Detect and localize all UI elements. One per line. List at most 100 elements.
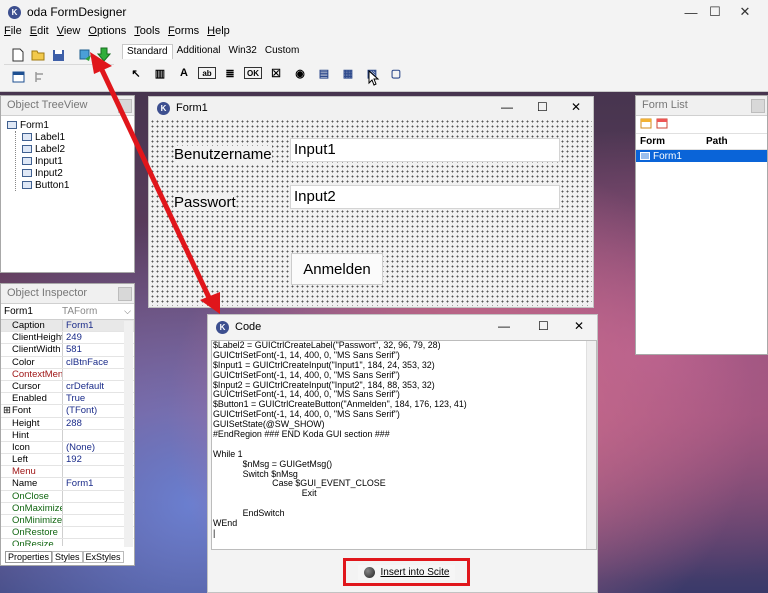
save-icon[interactable]: [50, 47, 66, 63]
menu-forms[interactable]: Forms: [164, 25, 203, 42]
property-row[interactable]: Cursor crDefault: [1, 380, 134, 394]
property-value[interactable]: [63, 369, 66, 380]
property-row[interactable]: OnClose: [1, 490, 134, 503]
inspector-object-selector[interactable]: Form1 TAForm ⌵: [1, 304, 134, 320]
property-row[interactable]: ⊞Font (TFont): [1, 405, 134, 418]
tab-additional[interactable]: Additional: [173, 44, 225, 59]
form1-minimize-button[interactable]: —: [501, 100, 513, 114]
property-value[interactable]: [63, 503, 66, 514]
formlist-row[interactable]: Form1: [636, 150, 767, 162]
tree-node-form1[interactable]: Form1: [7, 119, 134, 131]
form1-maximize-button[interactable]: ☐: [537, 100, 548, 114]
property-value[interactable]: Form1: [63, 478, 93, 489]
new-file-icon[interactable]: [10, 47, 26, 63]
anmelden-button[interactable]: Anmelden: [291, 253, 383, 285]
property-value[interactable]: [63, 515, 66, 526]
tab-styles[interactable]: Styles: [52, 551, 83, 563]
form1-canvas[interactable]: Benutzername Passwort Input1 Input2 Anme…: [150, 119, 592, 306]
tab-exstyles[interactable]: ExStyles: [82, 551, 124, 563]
menu-file[interactable]: File: [0, 25, 26, 42]
formlist-close-button[interactable]: [751, 99, 765, 113]
property-row[interactable]: OnResize: [1, 539, 134, 546]
property-value[interactable]: [63, 430, 66, 441]
open-form-icon[interactable]: [656, 118, 668, 132]
label-passwort[interactable]: Passwort: [174, 194, 236, 211]
property-row[interactable]: Color clBtnFace: [1, 356, 134, 369]
combo-icon[interactable]: ▤: [314, 64, 334, 82]
inspector-close-button[interactable]: [118, 287, 132, 301]
tree-node-label2[interactable]: Label2: [22, 143, 134, 155]
tab-custom[interactable]: Custom: [261, 44, 303, 59]
property-value[interactable]: 288: [63, 418, 82, 429]
property-value[interactable]: 581: [63, 344, 82, 355]
property-row[interactable]: Name Form1: [1, 478, 134, 491]
treeview-close-button[interactable]: [118, 99, 132, 113]
close-button[interactable]: ✕: [722, 0, 768, 24]
code-editor[interactable]: $Label2 = GUICtrlCreateLabel("Passwort",…: [211, 340, 597, 550]
tab-standard[interactable]: Standard: [122, 44, 173, 59]
property-row[interactable]: OnRestore: [1, 527, 134, 540]
property-value[interactable]: clBtnFace: [63, 357, 108, 368]
menu-view[interactable]: View: [53, 25, 85, 42]
property-value[interactable]: (TFont): [63, 405, 97, 416]
property-row[interactable]: Left 192: [1, 454, 134, 467]
code-maximize-button[interactable]: ☐: [538, 319, 549, 333]
tree-node-input2[interactable]: Input2: [22, 167, 134, 179]
input1-field[interactable]: Input1: [290, 138, 560, 162]
checkbox-icon[interactable]: ☒: [266, 64, 286, 82]
insert-into-scite-button[interactable]: Insert into Scite: [357, 564, 456, 580]
input-icon[interactable]: ab: [198, 67, 216, 79]
property-value[interactable]: crDefault: [63, 381, 104, 392]
form-window-icon[interactable]: [10, 69, 26, 85]
button-icon[interactable]: OK: [244, 67, 262, 79]
form1-close-button[interactable]: ✕: [571, 100, 581, 114]
code-minimize-button[interactable]: —: [498, 319, 510, 333]
property-row[interactable]: Height 288: [1, 417, 134, 430]
radio-icon[interactable]: ◉: [290, 64, 310, 82]
new-form-icon[interactable]: [640, 118, 652, 132]
generate-code-icon[interactable]: [96, 46, 112, 62]
col-path[interactable]: Path: [702, 136, 728, 147]
property-row[interactable]: Caption Form1: [1, 320, 134, 333]
property-row[interactable]: ClientWidth 581: [1, 344, 134, 357]
edit-icon[interactable]: ≣: [220, 64, 240, 82]
property-row[interactable]: OnMaximize: [1, 502, 134, 515]
list-icon[interactable]: ▦: [338, 64, 358, 82]
property-value[interactable]: [63, 539, 66, 546]
pointer-icon[interactable]: ↖: [126, 64, 146, 82]
tab-properties[interactable]: Properties: [5, 551, 53, 563]
listview-icon[interactable]: ▢: [386, 64, 406, 82]
menu-tools[interactable]: Tools: [130, 25, 164, 42]
group-icon[interactable]: ▥: [150, 64, 170, 82]
menu-options[interactable]: Options: [84, 25, 130, 42]
property-row[interactable]: Enabled True: [1, 393, 134, 406]
property-value[interactable]: (None): [63, 442, 95, 453]
inspector-scrollbar[interactable]: [124, 321, 133, 547]
property-value[interactable]: [63, 491, 66, 502]
property-value[interactable]: True: [63, 393, 85, 404]
expand-icon[interactable]: ⊞: [3, 405, 11, 416]
property-row[interactable]: Icon (None): [1, 441, 134, 455]
menu-edit[interactable]: Edit: [26, 25, 53, 42]
tree-node-button1[interactable]: Button1: [22, 179, 134, 191]
tree-node-label1[interactable]: Label1: [22, 131, 134, 143]
align-icon[interactable]: [32, 69, 48, 85]
open-folder-icon[interactable]: [30, 47, 46, 63]
property-value[interactable]: [63, 466, 66, 477]
property-value[interactable]: [63, 527, 66, 538]
code-scrollbar[interactable]: [586, 341, 596, 549]
property-row[interactable]: OnMinimize: [1, 515, 134, 528]
property-row[interactable]: ContextMenu: [1, 368, 134, 381]
label-benutzername[interactable]: Benutzername: [174, 146, 272, 163]
menu-help[interactable]: Help: [203, 25, 234, 42]
property-row[interactable]: ClientHeight 249: [1, 332, 134, 345]
code-close-button[interactable]: ✕: [574, 319, 584, 333]
property-value[interactable]: 249: [63, 332, 82, 343]
label-icon[interactable]: A: [174, 64, 194, 82]
col-form[interactable]: Form: [636, 136, 702, 147]
property-row[interactable]: Hint: [1, 429, 134, 442]
property-value[interactable]: Form1: [63, 320, 93, 331]
tree-node-input1[interactable]: Input1: [22, 155, 134, 167]
input2-field[interactable]: Input2: [290, 185, 560, 209]
property-value[interactable]: 192: [63, 454, 82, 465]
